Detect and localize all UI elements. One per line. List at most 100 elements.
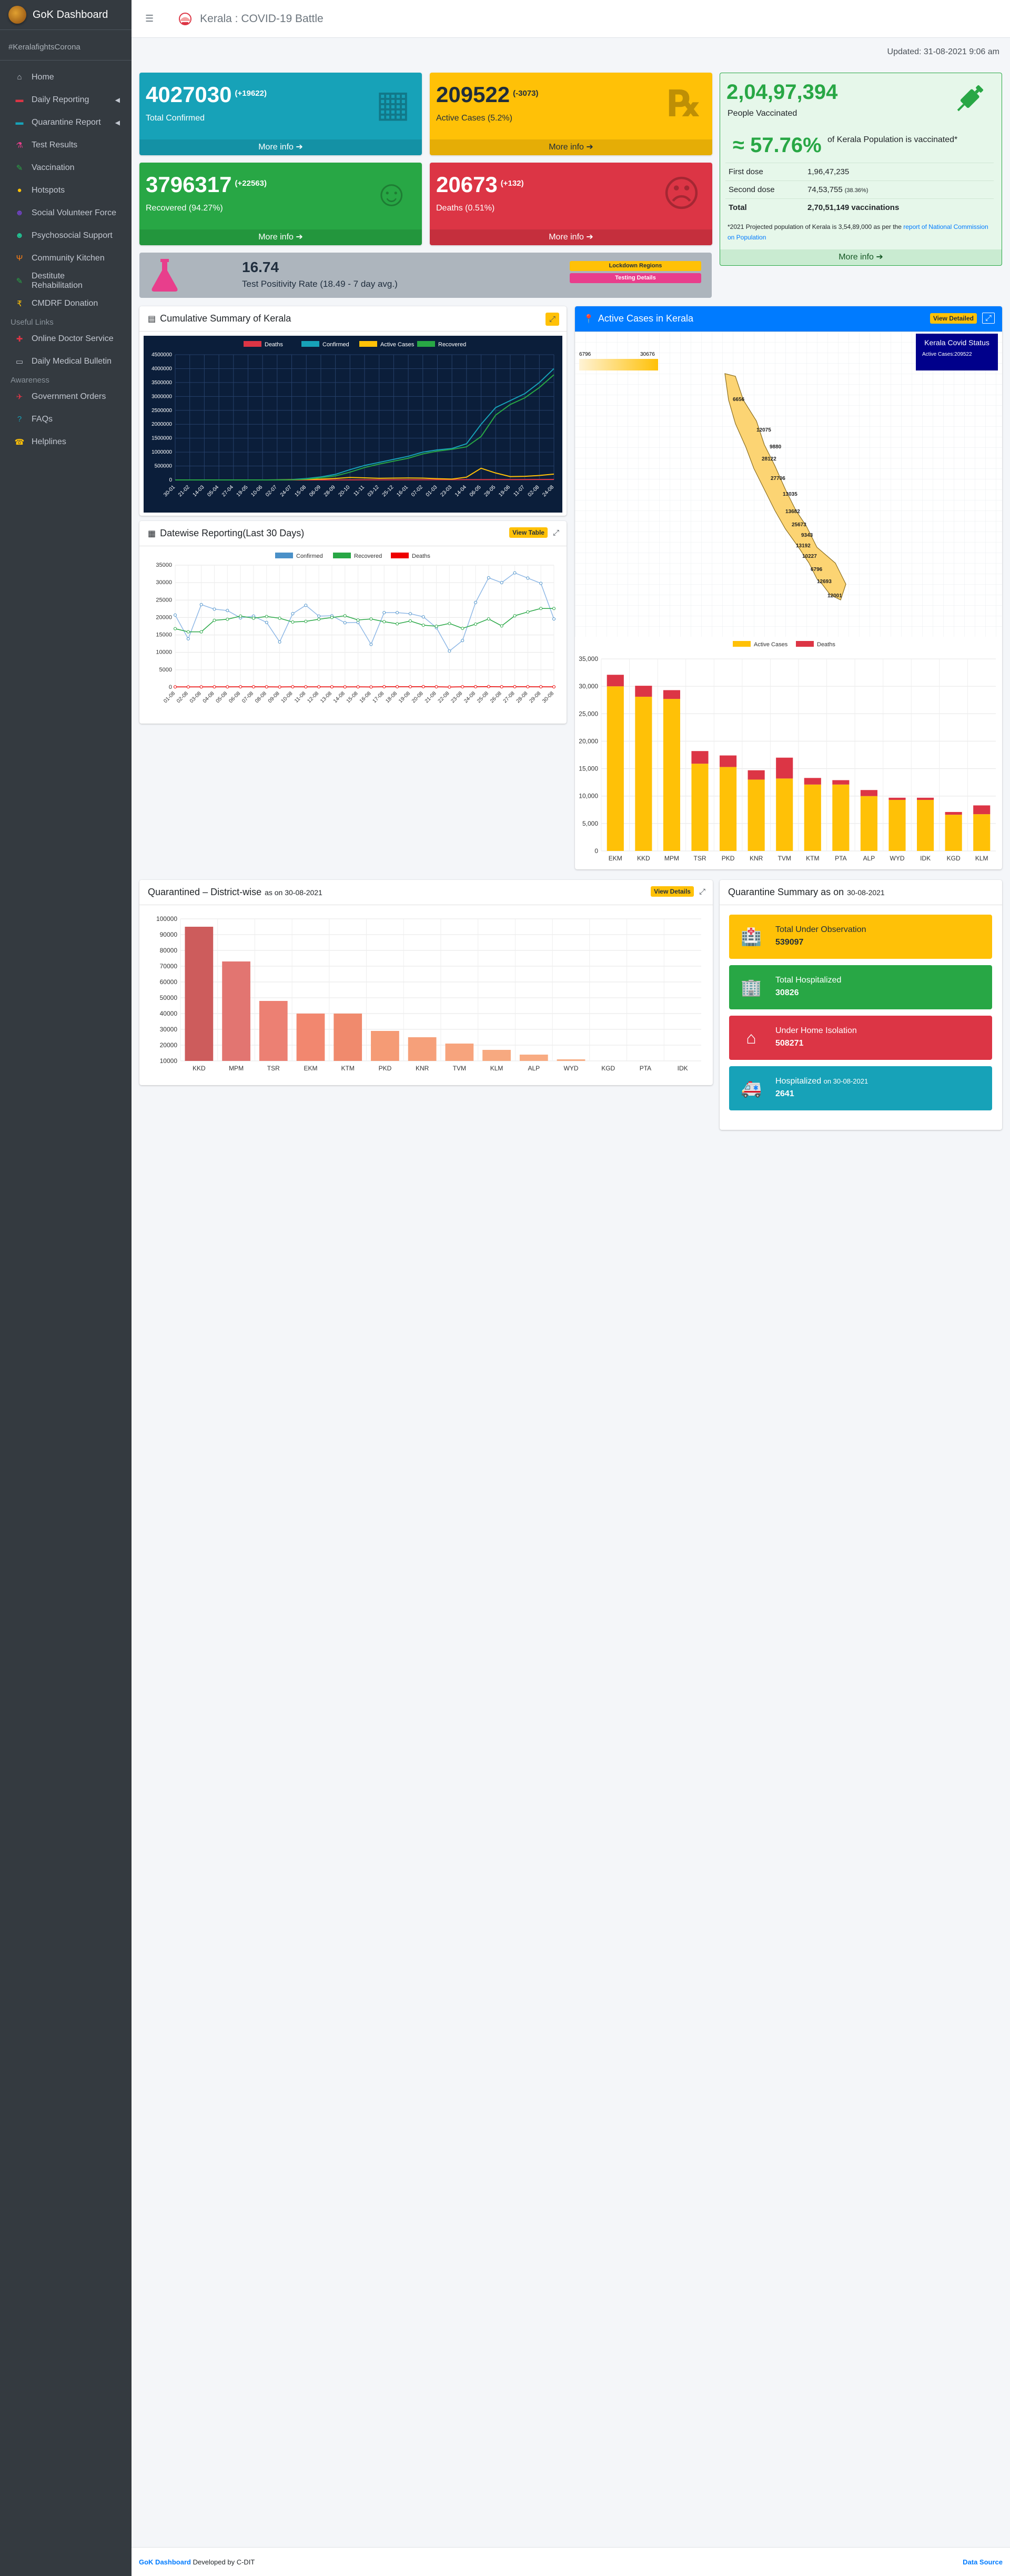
district-active-label[interactable]: 12001 [827,593,842,599]
legend-label: Confirmed [296,553,323,559]
sidebar-item-government-orders[interactable]: ✈ Government Orders [4,385,127,408]
view-details-button[interactable]: View Details [651,886,694,897]
quarantine-summary-header: Quarantine Summary as on 30-08-2021 [720,880,1002,905]
sidebar-item-destitute-rehabilitation[interactable]: ✎ Destitute Rehabilitation [4,269,127,292]
sidebar-item-hotspots[interactable]: ● Hotspots [4,179,127,202]
testing-details-button[interactable]: Testing Details [570,273,701,283]
x-tick-label: 09-08 [267,690,281,704]
quarantined-card: Quarantined – District-wise as on 30-08-… [139,880,713,1085]
active-more-info[interactable]: More info ➔ [430,139,712,155]
quarantine-box-label: Total Hospitalized [775,976,842,985]
nav-icon: ✎ [16,163,23,173]
expand-icon[interactable]: ⤢ [553,528,559,537]
sidebar-item-cmdrf-donation[interactable]: ₹ CMDRF Donation [4,292,127,315]
expand-icon[interactable]: ⤢ [699,887,705,896]
district-active-label[interactable]: 25673 [792,522,806,528]
y-tick-label: 15,000 [579,765,598,773]
data-point [513,614,517,618]
dose-row: Total 2,70,51,149 vaccinations [725,198,994,216]
x-tick-label: 03-08 [189,690,203,704]
district-active-label[interactable]: 6656 [733,397,745,403]
district-active-label[interactable]: 9880 [770,444,782,450]
x-tick-label: PTA [835,855,846,862]
sidebar-item-quarantine-report[interactable]: ▬ Quarantine Report ◀ [4,111,127,134]
data-point [500,581,503,585]
sidebar-item-community-kitchen[interactable]: Ψ Community Kitchen [4,247,127,269]
legend-label: Active Cases [754,642,788,648]
y-tick-label: 0 [169,684,172,690]
district-active-label[interactable]: 13192 [796,543,811,549]
district-active-label[interactable]: 12693 [817,579,832,585]
bar-quarantined [222,961,250,1061]
page-title: Kerala : COVID-19 Battle [200,12,324,25]
nav-icon: ☻ [15,231,24,240]
district-active-label[interactable]: 12075 [756,427,771,433]
lockdown-regions-button[interactable]: Lockdown Regions [570,261,701,271]
district-active-label[interactable]: 10227 [802,554,817,559]
sidebar-item-home[interactable]: ⌂ Home [4,66,127,88]
data-point [526,685,530,688]
footer-brand-link[interactable]: GoK Dashboard [139,2558,191,2566]
legend-swatch [417,341,435,347]
sidebar-item-helplines[interactable]: ☎ Helplines [4,430,127,453]
recovered-more-info[interactable]: More info ➔ [139,229,422,245]
sidebar-item-social-volunteer-force[interactable]: ☻ Social Volunteer Force [4,202,127,224]
vaccination-more-info[interactable]: More info ➔ [720,249,1002,265]
data-point [421,615,425,619]
sidebar-item-faqs[interactable]: ? FAQs [4,408,127,430]
view-detailed-button[interactable]: View Detailed [930,313,977,324]
data-point [408,619,412,623]
quarantined-title: Quarantined – District-wise [148,887,262,897]
bar-active [748,779,765,851]
district-active-label[interactable]: 6796 [811,567,823,573]
brand[interactable]: GoK Dashboard [0,0,132,30]
district-bar-chart: Active Cases Deaths 35,000 30,000 25,000 20,0… [579,641,996,862]
bar-deaths [832,780,850,785]
nav-icon: ☻ [15,208,24,217]
district-active-label[interactable]: 27706 [771,476,785,482]
district-active-label[interactable]: 13682 [785,509,800,515]
district-active-label[interactable]: 13035 [783,492,797,497]
deaths-more-info[interactable]: More info ➔ [430,229,712,245]
data-point [304,685,308,689]
district-active-label[interactable]: 9343 [801,533,813,538]
data-source-link[interactable]: Data Source [963,2548,1003,2576]
x-tick-label: PKD [379,1065,392,1072]
data-point [382,685,386,688]
sidebar-item-test-results[interactable]: ⚗ Test Results [4,134,127,156]
vaccinated-count: 2,04,97,394 [726,81,838,104]
nav-icon: ✈ [16,392,23,402]
bar-quarantined [408,1037,437,1061]
y-tick-label: 30000 [160,1026,178,1033]
y-tick-label: 50000 [160,994,178,1001]
data-point [343,685,347,689]
sidebar-item-daily-reporting[interactable]: ▬ Daily Reporting ◀ [4,88,127,111]
expand-icon[interactable]: ⤢ [545,313,559,326]
nav-icon: ▭ [15,357,24,366]
nav-icon: ✎ [16,276,23,286]
sidebar-item-daily-medical-bulletin[interactable]: ▭ Daily Medical Bulletin [4,350,127,373]
sidebar-item-label: Daily Medical Bulletin [32,356,112,366]
x-tick-label: KKD [193,1065,206,1072]
x-tick-label: 10-08 [280,690,294,704]
cumulative-card: ▤ Cumulative Summary of Kerala ⤢ 4500000… [139,306,567,516]
nav-icon: ☎ [14,437,25,447]
data-point [500,624,503,628]
kerala-map[interactable]: 6796 30676 6656 12075 9880 28122 27706 13035 1… [575,332,1002,637]
data-point [251,685,255,689]
sidebar-item-psychosocial-support[interactable]: ☻ Psychosocial Support [4,224,127,247]
quarantined-header: Quarantined – District-wise as on 30-08-… [139,880,713,905]
y-tick-label: 20000 [160,1041,178,1049]
data-point [291,612,295,616]
sidebar-item-online-doctor-service[interactable]: ✚ Online Doctor Service [4,327,127,350]
confirmed-more-info[interactable]: More info ➔ [139,139,422,155]
sidebar-item-label: Test Results [32,140,78,149]
sidebar-item-vaccination[interactable]: ✎ Vaccination [4,156,127,179]
sidebar-item-label: FAQs [32,414,53,424]
district-active-label[interactable]: 28122 [762,456,776,462]
dose-row: Second dose 74,53,755 (38.36%) [725,181,994,199]
y-tick-label: 5,000 [582,820,598,827]
view-table-button[interactable]: View Table [509,527,548,538]
menu-toggle-icon[interactable]: ☰ [145,13,154,24]
expand-icon[interactable]: ⤢ [982,313,995,324]
